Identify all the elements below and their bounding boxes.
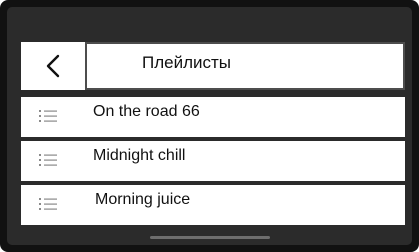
list-icon (39, 110, 57, 122)
playlist-item[interactable]: Morning juice (21, 185, 405, 225)
list-icon (39, 154, 57, 166)
page-title: Плейлисты (142, 53, 232, 72)
playlist-item-label: Midnight chill (93, 147, 186, 164)
device-bezel: Плейлисты On the road 66 Midnight chill … (0, 0, 419, 252)
playlist-item-label: Morning juice (95, 191, 191, 208)
back-button[interactable] (21, 42, 87, 90)
page-title-bar: Плейлисты (85, 42, 405, 90)
home-indicator[interactable] (150, 236, 270, 239)
playlist-item[interactable]: Midnight chill (21, 141, 405, 181)
screen: Плейлисты On the road 66 Midnight chill … (7, 7, 412, 245)
playlist-item-label: On the road 66 (93, 103, 200, 120)
playlist-item[interactable]: On the road 66 (21, 97, 405, 137)
list-icon (39, 198, 57, 210)
chevron-left-icon (46, 54, 60, 78)
